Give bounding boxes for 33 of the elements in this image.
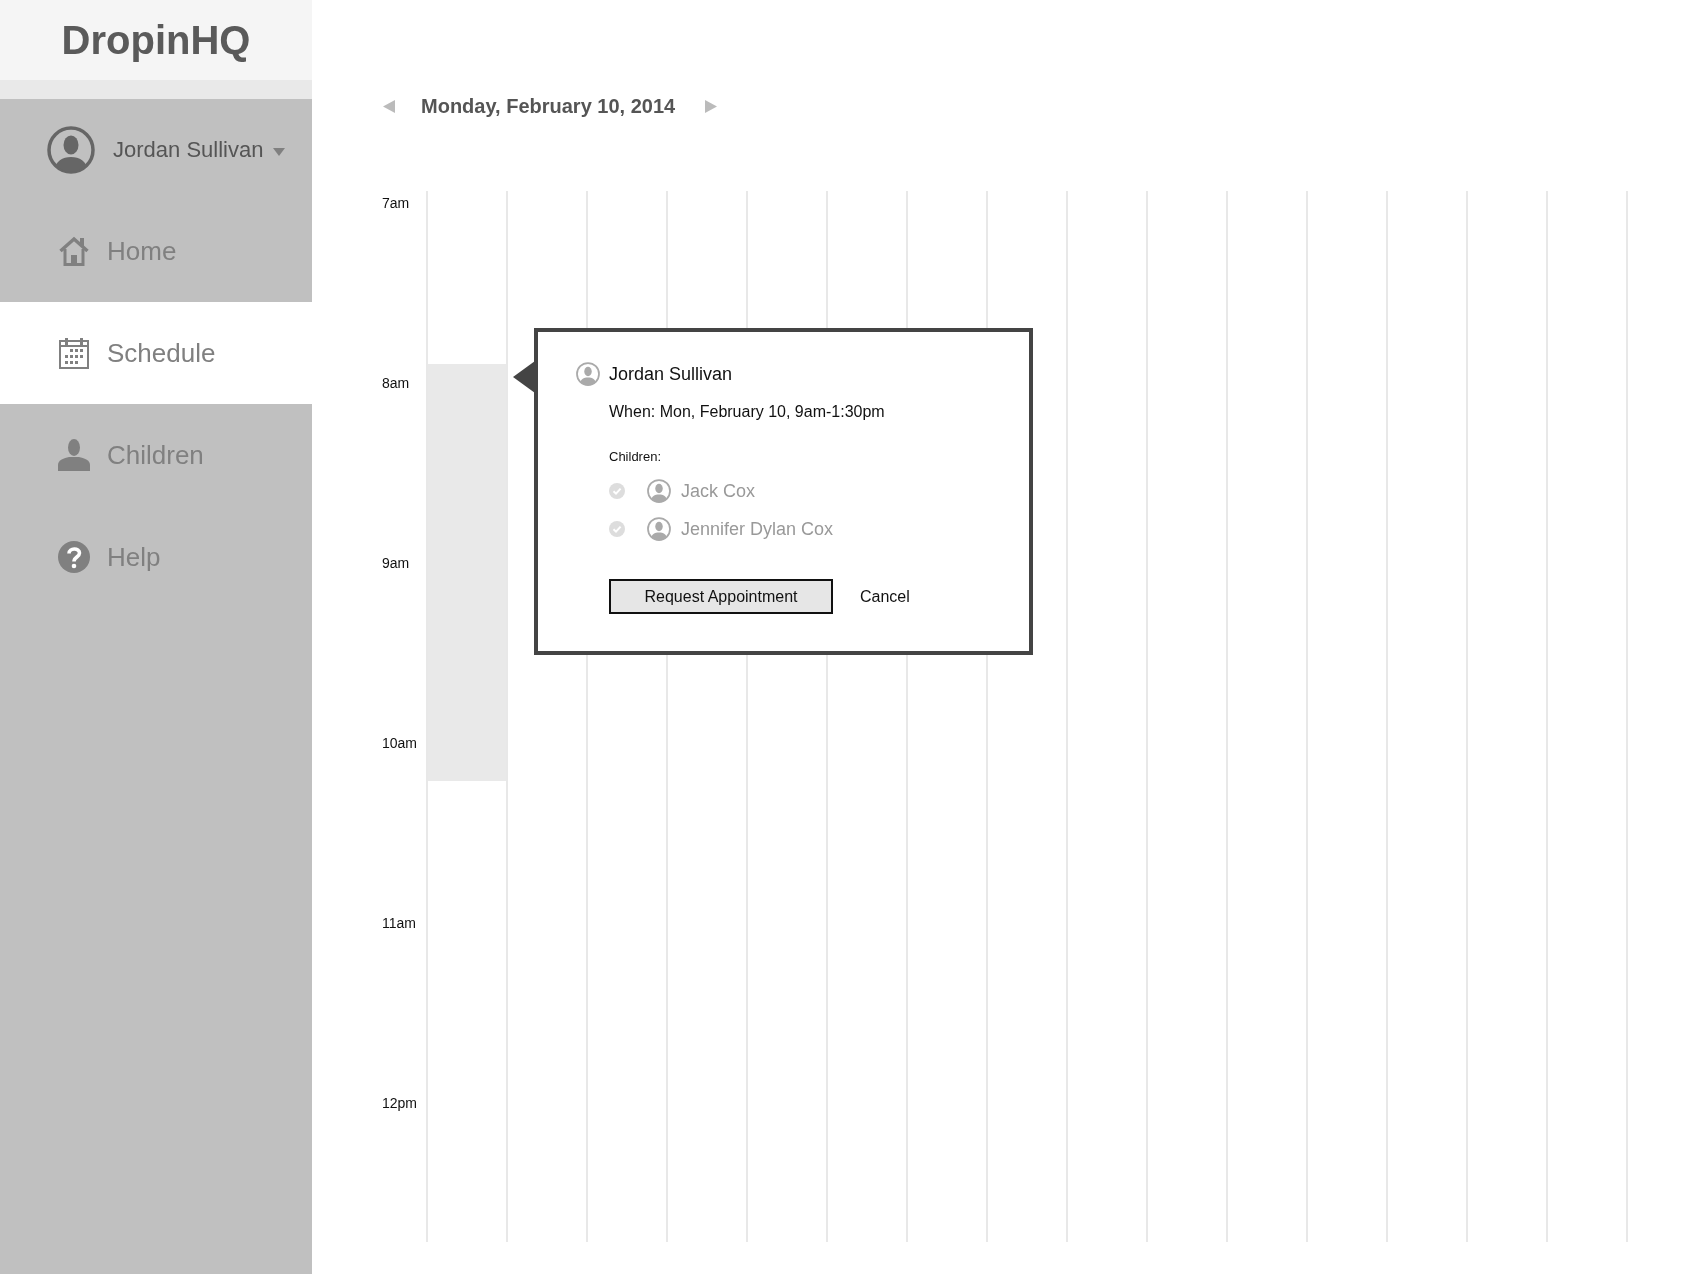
app-logo: DropinHQ (61, 17, 251, 63)
avatar-icon (47, 125, 95, 174)
help-icon (58, 541, 90, 573)
time-label: 8am (382, 375, 410, 391)
parent-name: Jordan Sullivan (609, 363, 733, 385)
left-triangle-icon (383, 99, 395, 113)
sidebar-item[interactable]: Help (0, 506, 312, 608)
sidebar-item[interactable]: Home (0, 200, 312, 302)
cancel-button[interactable]: Cancel (860, 586, 910, 607)
avatar-icon (576, 362, 600, 386)
sidebar-item[interactable]: Schedule (0, 302, 312, 404)
time-label: 12pm (382, 1095, 418, 1111)
appointment-time: When: Mon, February 10, 9am-1:30pm (609, 402, 885, 422)
person-icon (57, 439, 91, 471)
time-label: 10am (382, 735, 418, 751)
time-label: 9am (382, 555, 410, 571)
avatar-icon (647, 479, 671, 503)
calendar-icon (59, 337, 89, 369)
avatar-icon (647, 517, 671, 541)
child-option[interactable]: Jack Cox (609, 479, 756, 503)
time-label: 11am (382, 915, 416, 931)
child-option[interactable]: Jennifer Dylan Cox (609, 517, 834, 541)
time-label: 7am (382, 195, 410, 211)
caret-icon (273, 147, 286, 156)
request-appointment-button[interactable]: Request Appointment (609, 579, 833, 614)
date-title: Monday, February 10, 2014 (421, 94, 676, 118)
house-icon (58, 236, 90, 266)
children-label: Children: (609, 449, 662, 465)
next-day-button[interactable] (705, 99, 718, 113)
right-triangle-icon (705, 99, 718, 113)
sidebar-item[interactable]: Children (0, 404, 312, 506)
previous-day-button[interactable] (383, 99, 395, 113)
user-menu[interactable]: Jordan Sullivan (0, 99, 312, 200)
